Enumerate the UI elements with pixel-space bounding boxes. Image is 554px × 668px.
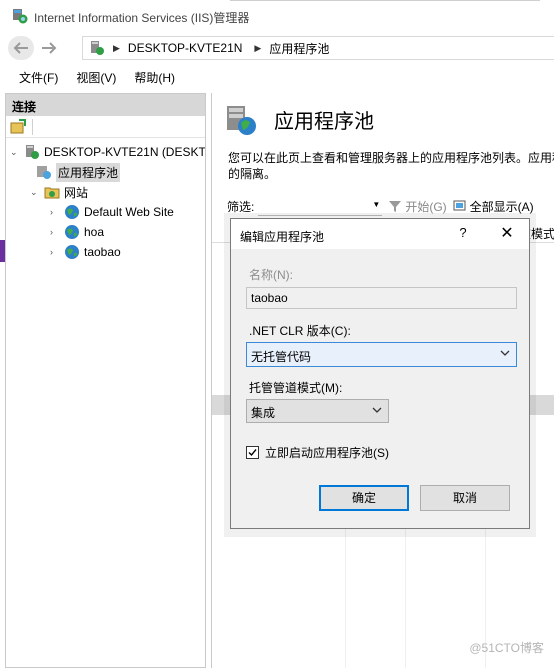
server-icon (91, 41, 104, 55)
tree-app-pools-label: 应用程序池 (56, 162, 121, 182)
menu-help[interactable]: 帮助(H) (125, 66, 184, 89)
page-description: 您可以在此页上查看和管理服务器上的应用程序池列表。应用程 的隔离。 (228, 150, 554, 182)
window-title: Internet Information Services (IIS)管理器 (34, 11, 250, 25)
cancel-button[interactable]: 取消 (420, 485, 510, 511)
description-line: 您可以在此页上查看和管理服务器上的应用程序池列表。应用程 (228, 151, 554, 165)
show-all-button[interactable]: 全部显示(A) (453, 198, 534, 215)
autostart-checkbox[interactable] (246, 446, 259, 459)
pipeline-mode-label: 托管管道模式(M): (249, 381, 343, 395)
arrow-left-icon (13, 42, 28, 54)
back-button[interactable] (8, 36, 34, 60)
funnel-icon (389, 201, 402, 212)
window-titlebar: Internet Information Services (IIS)管理器 (0, 0, 554, 33)
edit-app-pool-dialog: 编辑应用程序池 ? ✕ 名称(N): taobao .NET CLR 版本(C)… (230, 218, 530, 529)
globe-icon (65, 205, 79, 219)
tree-sites-label: 网站 (64, 185, 89, 200)
tree-node-sites[interactable]: ⌄ 网站 (30, 182, 88, 202)
clr-version-value: 无托管代码 (251, 350, 312, 364)
breadcrumb-server[interactable]: DESKTOP-KVTE21N (128, 41, 242, 55)
menu-file[interactable]: 文件(F) (10, 66, 67, 89)
globe-icon (65, 245, 79, 259)
autostart-option[interactable]: 立即启动应用程序池(S) (246, 444, 389, 461)
start-button[interactable]: 开始(G) (388, 198, 447, 215)
watermark: @51CTO博客 (469, 641, 544, 655)
ok-button[interactable]: 确定 (319, 485, 409, 511)
breadcrumb-separator-icon: ▶ (113, 42, 120, 53)
pipeline-mode-value: 集成 (251, 406, 276, 420)
filter-label: 筛选: (227, 199, 255, 214)
description-line: 的隔离。 (228, 167, 277, 181)
tree-node-site[interactable]: › hoa (50, 222, 104, 242)
tree-site-label: taobao (84, 245, 121, 259)
show-all-icon (453, 200, 466, 211)
collapse-chevron-icon[interactable]: ⌄ (10, 147, 20, 158)
sites-folder-icon (44, 187, 60, 199)
tree-node-site[interactable]: › Default Web Site (50, 202, 174, 222)
tree-site-label: hoa (84, 225, 105, 239)
app-pool-icon (227, 106, 256, 135)
tree-node-site[interactable]: › taobao (50, 242, 121, 262)
dialog-titlebar: 编辑应用程序池 ? ✕ (231, 219, 529, 249)
globe-icon (65, 225, 79, 239)
connections-toolbar (6, 116, 205, 138)
tree-node-app-pools[interactable]: 应用程序池 (36, 162, 121, 182)
close-button[interactable]: ✕ (497, 224, 517, 244)
address-bar: ▶ DESKTOP-KVTE21N ▶ 应用程序池 (0, 33, 554, 63)
expand-chevron-icon[interactable]: › (50, 247, 60, 257)
start-label: 开始(G) (405, 199, 447, 214)
expand-chevron-icon[interactable]: › (50, 227, 60, 237)
background-window-edge (230, 0, 540, 4)
menu-view[interactable]: 视图(V) (67, 66, 125, 89)
show-all-label: 全部显示(A) (469, 199, 534, 214)
clr-version-label: .NET CLR 版本(C): (249, 324, 351, 338)
chevron-down-icon (500, 350, 510, 356)
connect-icon[interactable] (10, 118, 26, 135)
help-button[interactable]: ? (456, 225, 470, 240)
name-label: 名称(N): (249, 268, 293, 282)
autostart-label: 立即启动应用程序池(S) (265, 446, 389, 460)
dialog-title: 编辑应用程序池 (240, 230, 325, 244)
server-icon (26, 145, 39, 159)
breadcrumb-app-pools[interactable]: 应用程序池 (269, 40, 329, 57)
forward-button[interactable] (36, 36, 62, 60)
tree-site-label: Default Web Site (84, 205, 174, 219)
connections-tree: ⌄ DESKTOP-KVTE21N (DESKT 应用程序池 ⌄ 网站 › De… (6, 138, 205, 638)
menu-bar: 文件(F) 视图(V) 帮助(H) (0, 64, 554, 90)
background-window-edge (0, 240, 5, 262)
tree-server-label: DESKTOP-KVTE21N (DESKT (44, 145, 206, 159)
app-pool-icon (37, 166, 51, 179)
page-title: 应用程序池 (274, 111, 374, 133)
breadcrumb-separator-icon: ▶ (254, 42, 262, 53)
connections-header: 连接 (6, 94, 205, 116)
toolbar-divider (32, 118, 33, 135)
pipeline-mode-select[interactable]: 集成 (246, 399, 389, 423)
iis-manager-icon (13, 9, 28, 24)
arrow-right-icon (42, 42, 57, 54)
connections-pane: 连接 ⌄ DESKTOP-KVTE21N (DESKT 应用程序池 ⌄ 网站 ›… (5, 93, 206, 668)
collapse-chevron-icon[interactable]: ⌄ (30, 187, 40, 198)
clr-version-select[interactable]: 无托管代码 (246, 342, 517, 367)
tree-node-server[interactable]: ⌄ DESKTOP-KVTE21N (DESKT (10, 142, 206, 162)
name-field: taobao (246, 287, 517, 309)
breadcrumb[interactable]: ▶ DESKTOP-KVTE21N ▶ 应用程序池 (82, 36, 554, 60)
checkmark-icon (248, 449, 257, 457)
dropdown-arrow-icon[interactable]: ▼ (372, 200, 380, 209)
chevron-down-icon (372, 407, 382, 413)
expand-chevron-icon[interactable]: › (50, 207, 60, 217)
